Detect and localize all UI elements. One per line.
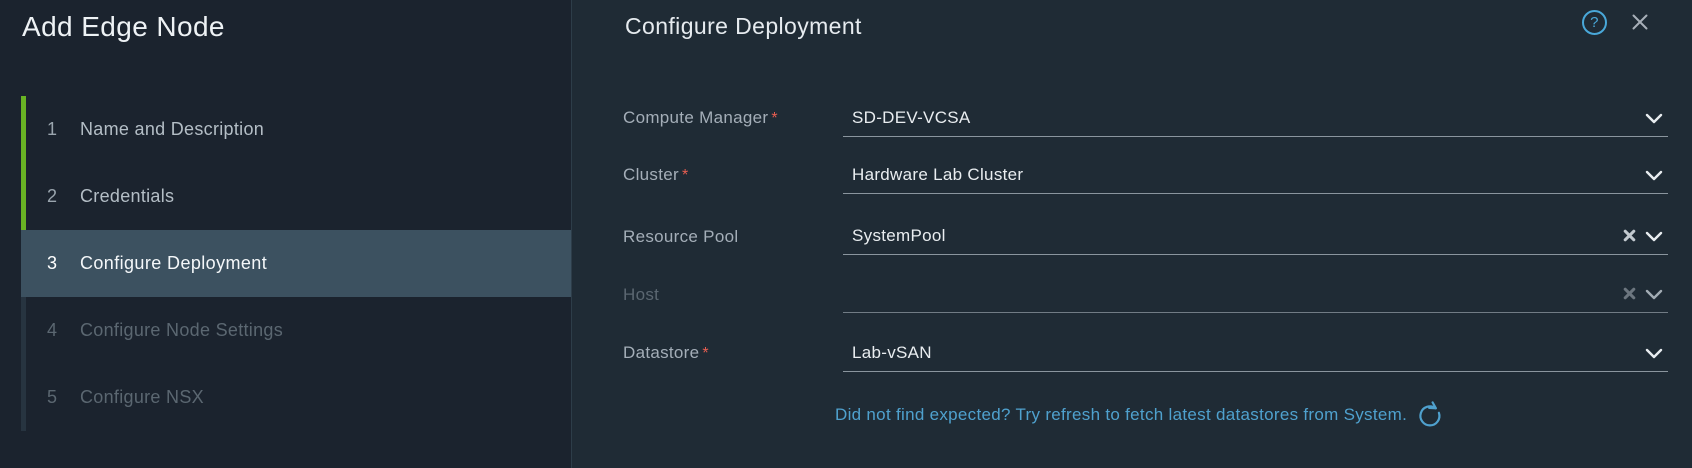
step-configure-nsx[interactable]: 5 Configure NSX	[21, 364, 571, 431]
resource-pool-dropdown[interactable]: SystemPool	[843, 227, 1668, 255]
dropdown-value: Lab-vSAN	[843, 344, 1645, 371]
step-number: 5	[47, 387, 80, 408]
wizard-steps: 1 Name and Description 2 Credentials 3 C…	[0, 96, 571, 431]
required-asterisk: *	[702, 345, 709, 362]
chevron-down-icon[interactable]	[1645, 229, 1663, 247]
step-label: Name and Description	[80, 119, 264, 140]
refresh-icon[interactable]	[1417, 401, 1443, 429]
add-edge-node-dialog: Add Edge Node 1 Name and Description 2 C…	[0, 0, 1692, 468]
field-label: Resource Pool	[623, 228, 843, 255]
step-progress-bar	[21, 297, 26, 364]
datastore-dropdown[interactable]: Lab-vSAN	[843, 344, 1668, 372]
field-label: Host	[623, 286, 843, 313]
chevron-down-icon[interactable]	[1645, 168, 1663, 186]
dialog-title: Add Edge Node	[22, 11, 225, 43]
step-number: 3	[47, 253, 80, 274]
field-row-compute-manager: Compute Manager* SD-DEV-VCSA	[623, 93, 1668, 137]
chevron-down-icon[interactable]	[1645, 111, 1663, 129]
step-label: Configure Node Settings	[80, 320, 283, 341]
datastore-refresh-hint: Did not find expected? Try refresh to fe…	[835, 401, 1443, 429]
help-icon[interactable]: ?	[1582, 10, 1607, 35]
step-progress-bar	[21, 230, 26, 297]
chevron-down-icon	[1645, 287, 1663, 305]
step-configure-node-settings[interactable]: 4 Configure Node Settings	[21, 297, 571, 364]
field-label: Datastore*	[623, 344, 843, 372]
clear-icon	[1623, 287, 1636, 305]
panel-title: Configure Deployment	[625, 13, 862, 40]
field-row-resource-pool: Resource Pool SystemPool	[623, 211, 1668, 255]
close-icon[interactable]	[1630, 12, 1650, 32]
dropdown-value: Hardware Lab Cluster	[843, 166, 1645, 193]
field-label: Compute Manager*	[623, 109, 843, 137]
step-progress-bar	[21, 364, 26, 431]
step-label: Configure Deployment	[80, 253, 267, 274]
step-number: 4	[47, 320, 80, 341]
step-label: Configure NSX	[80, 387, 204, 408]
compute-manager-dropdown[interactable]: SD-DEV-VCSA	[843, 109, 1668, 137]
step-progress-bar	[21, 96, 26, 163]
field-row-cluster: Cluster* Hardware Lab Cluster	[623, 150, 1668, 194]
configure-deployment-panel: Configure Deployment ? Compute Manager* …	[573, 0, 1692, 468]
field-row-host: Host	[623, 269, 1668, 313]
wizard-sidebar: Add Edge Node 1 Name and Description 2 C…	[0, 0, 572, 468]
field-row-datastore: Datastore* Lab-vSAN	[623, 328, 1668, 372]
dropdown-value: SystemPool	[843, 227, 1623, 254]
step-name-and-description[interactable]: 1 Name and Description	[21, 96, 571, 163]
step-number: 2	[47, 186, 80, 207]
chevron-down-icon[interactable]	[1645, 346, 1663, 364]
step-number: 1	[47, 119, 80, 140]
clear-icon[interactable]	[1623, 229, 1636, 247]
required-asterisk: *	[771, 110, 778, 127]
required-asterisk: *	[682, 167, 689, 184]
step-progress-bar	[21, 163, 26, 230]
dropdown-value	[843, 302, 1623, 312]
step-label: Credentials	[80, 186, 174, 207]
field-label: Cluster*	[623, 166, 843, 194]
step-credentials[interactable]: 2 Credentials	[21, 163, 571, 230]
dropdown-value: SD-DEV-VCSA	[843, 109, 1645, 136]
cluster-dropdown[interactable]: Hardware Lab Cluster	[843, 166, 1668, 194]
host-dropdown[interactable]	[843, 287, 1668, 313]
hint-text: Did not find expected? Try refresh to fe…	[835, 405, 1407, 425]
step-configure-deployment[interactable]: 3 Configure Deployment	[21, 230, 571, 297]
